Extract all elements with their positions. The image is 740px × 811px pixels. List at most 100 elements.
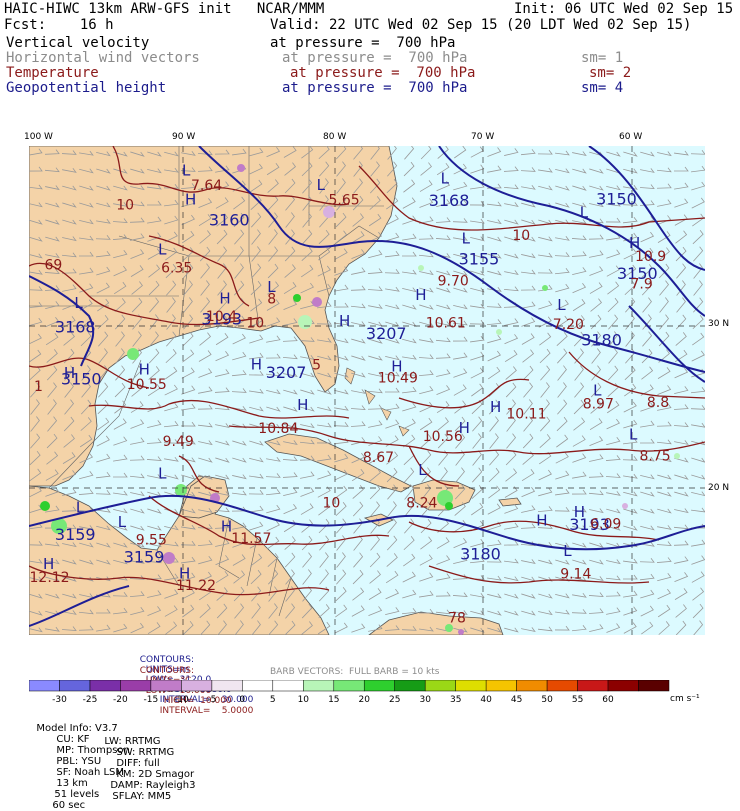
colorbar-swatch — [59, 680, 91, 692]
height-contour-label: 3180 — [460, 544, 501, 563]
height-contour-label: 3168 — [55, 318, 96, 337]
high-pressure-marker: H — [574, 503, 585, 521]
field-temperature-level: at pressure = 700 hPa — [290, 65, 476, 81]
temperature-contour-label: 10 — [323, 495, 341, 511]
footer-sw: SW: RRTMG — [116, 747, 175, 758]
colorbar-tick-label: 15 — [328, 695, 339, 704]
footer-levels: 51 levels — [54, 789, 100, 800]
low-pressure-marker: L — [182, 161, 191, 179]
temperature-contour-label: 1 — [34, 379, 43, 395]
colorbar-tick-label: -20 — [113, 695, 128, 704]
temperature-contour-label: 9.70 — [438, 274, 469, 290]
field-vertical-velocity-level: at pressure = 700 hPa — [270, 35, 456, 51]
colorbar-units: cm s⁻¹ — [670, 694, 700, 704]
height-contour-label: 3207 — [366, 324, 407, 343]
valid-time: Valid: 22 UTC Wed 02 Sep 15 (20 LDT Wed … — [270, 17, 692, 33]
low-pressure-marker: L — [563, 542, 572, 560]
low-pressure-marker: L — [267, 278, 276, 296]
field-geopotential-smooth: sm= 4 — [581, 80, 624, 96]
height-contour-label: 3168 — [429, 191, 470, 210]
temperature-contour-label: 8.8 — [647, 395, 669, 411]
colorbar-swatch — [303, 680, 335, 692]
low-pressure-marker: L — [580, 204, 589, 222]
legend-barb-note: BARB VECTORS: FULL BARB = 10 kts — [270, 667, 440, 677]
lon-label-60w: 60 W — [619, 132, 643, 142]
vertical-velocity-colorbar: -30 -25 -20 -15 -10 -5 0 5 10 15 20 25 30 35 40 45 50 55 6… — [29, 680, 670, 704]
footer-damp: DAMP: Rayleigh3 — [110, 780, 196, 791]
lon-label-80w: 80 W — [323, 132, 347, 142]
temperature-contour-label: 7.9 — [631, 277, 653, 293]
colorbar-tick-label: -30 — [52, 695, 67, 704]
temperature-contour-label: 10 — [246, 316, 264, 332]
field-geopotential: Geopotential height — [6, 80, 167, 96]
colorbar-tick-label: 20 — [358, 695, 370, 704]
field-temperature: Temperature — [6, 65, 99, 81]
temperature-contour-label: 6.09 — [590, 517, 621, 533]
temperature-contour-label: 8.75 — [640, 449, 671, 465]
colorbar-tick-label: 45 — [511, 695, 522, 704]
colorbar-tick-label: 10 — [298, 695, 310, 704]
colorbar-tick-label: 0 — [239, 695, 245, 704]
high-pressure-marker: H — [179, 565, 190, 583]
colorbar-swatch — [272, 680, 304, 692]
height-contour-label: 3160 — [209, 211, 250, 230]
colorbar-tick-label: 5 — [270, 695, 276, 704]
footer-km: KM: 2D Smagor — [116, 769, 195, 780]
colorbar-swatch — [546, 680, 578, 692]
temperature-contour-label: 10.56 — [423, 429, 463, 445]
high-pressure-marker: H — [251, 356, 262, 374]
field-wind-vectors-smooth: sm= 1 — [581, 50, 624, 66]
colorbar-swatch — [242, 680, 274, 692]
temperature-contour-label: 10.55 — [127, 377, 167, 393]
low-pressure-marker: L — [441, 169, 450, 187]
height-contour-label: 3155 — [459, 249, 500, 268]
high-pressure-marker: H — [43, 555, 54, 573]
lat-label-20n: 20 N — [708, 483, 730, 493]
high-pressure-marker: H — [629, 234, 640, 252]
temperature-contour-label: 7.20 — [553, 317, 584, 333]
colorbar-tick-label: -15 — [144, 695, 159, 704]
temperature-contour-label: 10.61 — [426, 316, 466, 332]
colorbar-swatch — [120, 680, 152, 692]
colorbar-swatch — [363, 680, 395, 692]
init-time: Init: 06 UTC Wed 02 Sep 15 — [514, 1, 734, 17]
colorbar-tick-label: 40 — [480, 695, 492, 704]
colorbar-tick-label: 55 — [572, 695, 583, 704]
temperature-contour-label: 10 — [512, 228, 530, 244]
temperature-contour-label: 6.35 — [161, 261, 192, 277]
colorbar-labels: -30 -25 -20 -15 -10 -5 0 5 10 15 20 25 30 35 40 45 50 55 6… — [52, 695, 614, 704]
weather-map: 3160316831683159315031553150315031593207… — [29, 146, 705, 635]
lon-label-70w: 70 W — [471, 132, 495, 142]
footer-lw: LW: RRTMG — [104, 736, 161, 747]
colorbar-swatch — [577, 680, 609, 692]
colorbar-swatch — [455, 680, 487, 692]
high-pressure-marker: H — [339, 312, 350, 330]
high-pressure-marker: H — [490, 398, 501, 416]
low-pressure-marker: L — [118, 513, 127, 531]
colorbar-swatches — [29, 680, 670, 692]
colorbar-swatch — [89, 680, 121, 692]
height-contour-label: 3159 — [55, 525, 96, 544]
temperature-contour-label: 10.84 — [258, 421, 298, 437]
low-pressure-marker: L — [462, 229, 471, 247]
temperature-contour-label: 9.49 — [163, 434, 194, 450]
height-contour-label: 3180 — [581, 330, 622, 349]
footer-diff: DIFF: full — [116, 758, 160, 769]
height-contour-label: 3150 — [596, 190, 637, 209]
low-pressure-marker: L — [158, 241, 167, 259]
temperature-contour-label: 8.24 — [406, 495, 437, 511]
lon-label-90w: 90 W — [172, 132, 196, 142]
legend-temp-label: CONTOURS: — [139, 666, 195, 676]
colorbar-tick-label: -10 — [174, 695, 189, 704]
lon-label-100w: 100 W — [24, 132, 53, 142]
high-pressure-marker: H — [536, 511, 547, 529]
temperature-contour-label: 69 — [45, 257, 63, 273]
colorbar-tick-label: 25 — [389, 695, 400, 704]
temperature-contour-label: 5 — [312, 358, 321, 374]
footer-pbl: PBL: YSU — [56, 756, 102, 767]
forecast-hour: Fcst: 16 h — [4, 17, 114, 33]
temperature-contour-label: 5.65 — [329, 193, 360, 209]
temperature-contour-label: 11.57 — [231, 531, 271, 547]
colorbar-swatch — [394, 680, 426, 692]
colorbar-swatch — [333, 680, 365, 692]
